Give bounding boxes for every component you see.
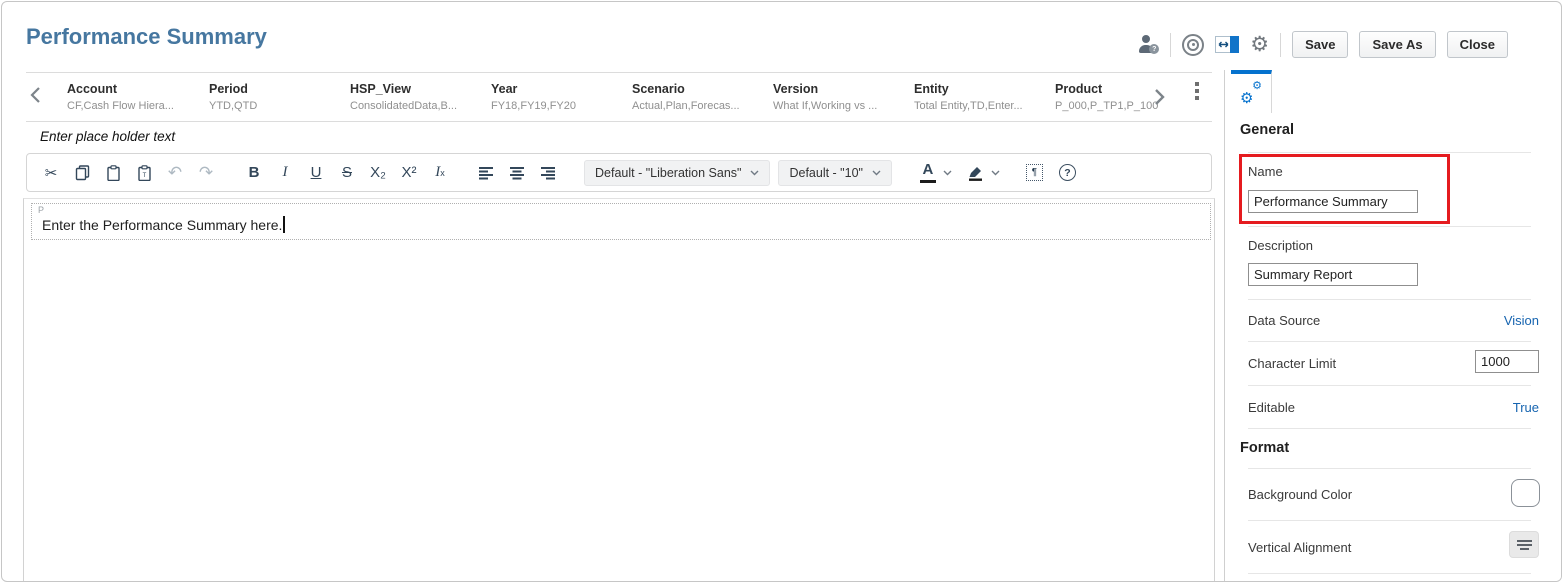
vertical-alignment-label: Vertical Alignment: [1248, 540, 1352, 555]
editor-text[interactable]: Enter the Performance Summary here.: [42, 216, 285, 233]
italic-button[interactable]: I: [277, 163, 293, 183]
superscript-button[interactable]: X²: [401, 163, 417, 183]
align-center-icon[interactable]: [509, 163, 525, 183]
close-button[interactable]: Close: [1446, 31, 1508, 58]
align-right-icon[interactable]: [540, 163, 556, 183]
name-input[interactable]: [1248, 190, 1418, 213]
divider: [1248, 299, 1531, 300]
settings-gear-icon[interactable]: ⚙: [1250, 34, 1269, 55]
select-all-icon[interactable]: ¶: [1025, 164, 1043, 181]
prev-dimensions-chevron[interactable]: [30, 86, 41, 109]
cut-icon[interactable]: ✂: [43, 163, 59, 183]
font-family-dropdown[interactable]: Default - "Liberation Sans": [584, 159, 771, 186]
divider: [1248, 152, 1531, 153]
chevron-down-icon: [750, 170, 759, 175]
subscript-button[interactable]: X₂: [370, 163, 386, 183]
editable-value[interactable]: True: [1513, 400, 1539, 415]
gears-tab-icon: ⚙ ⚙: [1240, 79, 1262, 107]
divider: [1248, 573, 1531, 574]
text-color-icon[interactable]: A: [919, 162, 936, 183]
underline-button[interactable]: U: [308, 163, 324, 183]
name-label: Name: [1248, 164, 1283, 179]
dimension-bar: Account CF,Cash Flow Hiera... Period YTD,Q…: [26, 72, 1212, 122]
tab-properties[interactable]: ⚙ ⚙: [1231, 70, 1272, 113]
divider: [1248, 341, 1531, 342]
divider: [1280, 32, 1282, 57]
overflow-menu-icon[interactable]: [1195, 82, 1199, 100]
undo-icon[interactable]: ↶: [167, 163, 183, 183]
vertical-alignment-button[interactable]: [1509, 531, 1539, 558]
section-general: General: [1240, 122, 1294, 138]
user-assistance-icon[interactable]: ?: [1139, 35, 1160, 54]
panel-layout-icon[interactable]: [1215, 36, 1240, 53]
layout-arrow-icon: [1215, 36, 1231, 53]
chevron-down-icon: [872, 170, 881, 175]
clear-format-button[interactable]: Ix: [432, 163, 448, 183]
layout-panel-fill: [1230, 36, 1240, 53]
background-color-swatch[interactable]: [1511, 479, 1540, 507]
character-limit-input[interactable]: [1475, 350, 1539, 373]
highlight-color-icon[interactable]: [967, 163, 984, 183]
bold-button[interactable]: B: [246, 163, 262, 183]
divider: [1248, 226, 1531, 227]
dimension-period[interactable]: Period YTD,QTD: [209, 82, 257, 112]
dimension-version[interactable]: Version What If,Working vs ...: [773, 82, 877, 112]
divider: [1170, 32, 1172, 57]
description-label: Description: [1248, 238, 1314, 253]
svg-text:T: T: [142, 173, 146, 179]
section-format: Format: [1240, 440, 1290, 456]
redo-icon[interactable]: ↷: [198, 163, 214, 183]
dimension-year[interactable]: Year FY18,FY19,FY20: [491, 82, 576, 112]
editor-help-icon[interactable]: ?: [1058, 164, 1076, 181]
richtext-editor-area[interactable]: P Enter the Performance Summary here.: [23, 198, 1215, 581]
copy-icon[interactable]: [74, 163, 90, 183]
page-title: Performance Summary: [26, 24, 267, 49]
next-dimensions-chevron[interactable]: [1154, 88, 1165, 111]
character-limit-label: Character Limit: [1248, 356, 1337, 371]
target-icon[interactable]: [1182, 33, 1205, 56]
dimension-scenario[interactable]: Scenario Actual,Plan,Forecas...: [632, 82, 740, 112]
highlight-color-chevron-icon[interactable]: [991, 170, 1000, 176]
placeholder-hint: Enter place holder text: [40, 129, 176, 144]
save-as-button[interactable]: Save As: [1359, 31, 1436, 58]
text-cursor: [283, 216, 285, 233]
divider: [1248, 428, 1531, 429]
dimension-entity[interactable]: Entity Total Entity,TD,Enter...: [914, 82, 1023, 112]
description-input[interactable]: [1248, 263, 1418, 286]
paragraph-block[interactable]: P Enter the Performance Summary here.: [31, 203, 1211, 240]
divider: [1248, 520, 1531, 521]
save-button[interactable]: Save: [1292, 31, 1349, 58]
dimension-product[interactable]: Product P_000,P_TP1,P_100: [1055, 82, 1158, 112]
paste-text-icon[interactable]: T: [136, 163, 152, 183]
paste-icon[interactable]: [105, 163, 121, 183]
font-size-dropdown[interactable]: Default - "10": [778, 159, 892, 186]
divider: [1248, 468, 1531, 469]
person-head-icon: [1142, 35, 1151, 43]
strikethrough-button[interactable]: S: [339, 163, 355, 183]
dimension-hsp-view[interactable]: HSP_View ConsolidatedData,B...: [350, 82, 457, 112]
paragraph-tag-label: P: [36, 205, 47, 215]
data-source-value[interactable]: Vision: [1504, 313, 1539, 328]
align-left-icon[interactable]: [478, 163, 494, 183]
header-actions: ? ⚙ Save Save As Close: [1139, 31, 1508, 58]
vertical-alignment-icon: [1516, 539, 1532, 542]
richtext-toolbar: ✂ T ↶ ↷ B I U S X₂ X² Ix Default - "Libe…: [26, 153, 1212, 192]
properties-panel: ⚙ ⚙ General Name Description Data Source…: [1224, 70, 1561, 581]
editable-label: Editable: [1248, 400, 1295, 415]
background-color-label: Background Color: [1248, 487, 1353, 502]
data-source-label: Data Source: [1248, 313, 1321, 328]
app-window: Performance Summary ? ⚙ Save Save As Clo…: [1, 1, 1562, 582]
dimension-account[interactable]: Account CF,Cash Flow Hiera...: [67, 82, 174, 112]
help-badge-icon: ?: [1149, 44, 1160, 54]
divider: [1248, 385, 1531, 386]
text-color-chevron-icon[interactable]: [943, 170, 952, 176]
